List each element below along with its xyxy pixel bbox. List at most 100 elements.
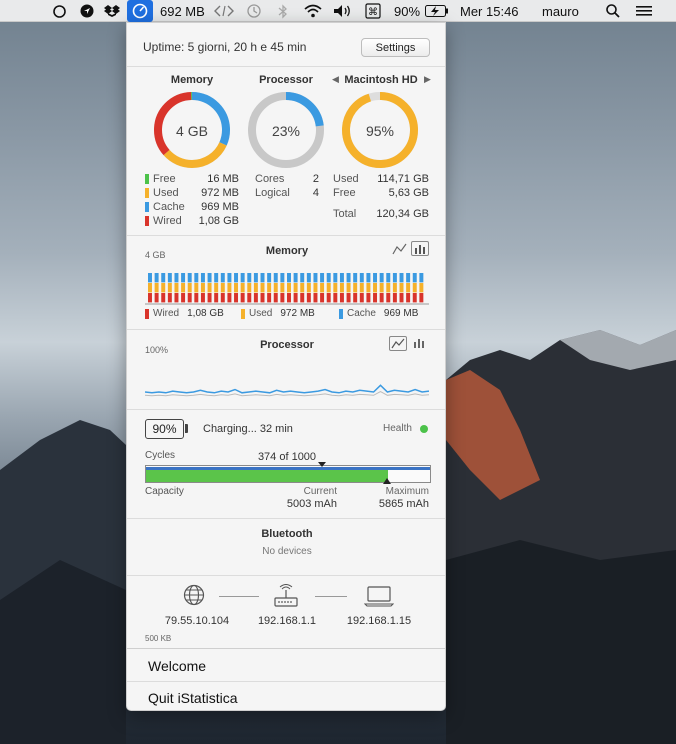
list-icon[interactable]: [634, 0, 654, 22]
legend-label: Cache: [347, 308, 376, 319]
memory-bar-cache: [379, 273, 384, 283]
memory-bar-used: [207, 283, 212, 293]
memory-bar-cache: [194, 273, 199, 283]
memory-bar-wired: [386, 293, 391, 303]
memory-bar-cache: [306, 273, 311, 283]
memory-bar-wired: [187, 293, 192, 303]
memory-bar-cache: [267, 273, 272, 283]
legend-color-swatch: [145, 308, 149, 319]
circle-icon[interactable]: [50, 0, 68, 22]
maximum-capacity-value: 5865 mAh: [378, 498, 429, 510]
welcome-menu-item[interactable]: Welcome: [127, 650, 445, 681]
memory-bar-cache: [287, 273, 291, 283]
memory-chart-ymax: 4 GB: [145, 250, 166, 260]
wifi-icon[interactable]: [301, 0, 325, 22]
memory-bar-wired: [234, 293, 239, 303]
memory-bar-cache: [399, 273, 404, 283]
memory-bar-cache: [234, 273, 239, 283]
memory-bar-cache: [386, 273, 391, 283]
memory-bar-used: [293, 283, 298, 293]
memory-legend-value: 1,08 GB: [198, 215, 239, 227]
settings-button[interactable]: Settings: [361, 38, 430, 57]
memory-bar-cache: [326, 273, 331, 283]
memory-bar-used: [181, 283, 186, 293]
memory-bar-wired: [293, 293, 298, 303]
battery-charging-icon[interactable]: [424, 0, 450, 22]
memory-bar-wired: [214, 293, 219, 303]
bluetooth-title: Bluetooth: [261, 528, 313, 540]
disk-gauge-title[interactable]: Macintosh HD: [339, 74, 423, 86]
capacity-marker: [383, 478, 392, 484]
search-icon[interactable]: [604, 0, 622, 22]
memory-bar-used: [353, 283, 358, 293]
memory-bar-used: [220, 283, 225, 293]
code-arrows-icon[interactable]: [212, 0, 236, 22]
legend-color-swatch: [145, 216, 149, 226]
disk-gauge-center: 95%: [365, 123, 395, 139]
divider: [127, 329, 445, 330]
current-capacity-label: Current: [303, 486, 337, 497]
memory-bar-cache: [187, 273, 192, 283]
bar-chart-toggle-icon[interactable]: [411, 241, 429, 256]
memory-bar-wired: [313, 293, 318, 303]
maximum-capacity-label: Maximum: [385, 486, 429, 497]
volume-icon[interactable]: [331, 0, 355, 22]
cpu-cores-value: 2: [312, 173, 319, 185]
memory-bar-wired: [339, 293, 344, 303]
date-time-text[interactable]: Mer 15:46: [460, 0, 519, 22]
legend-value: 972 MB: [280, 308, 315, 319]
memory-bar-cache: [240, 273, 245, 283]
location-icon[interactable]: [78, 0, 96, 22]
memory-bar-used: [227, 283, 232, 293]
quit-menu-item[interactable]: Quit iStatistica: [127, 682, 445, 710]
memory-bar-used: [273, 283, 278, 293]
memory-bar-used: [234, 283, 239, 293]
disk-prev-arrow[interactable]: ◀: [332, 74, 339, 85]
memory-bar-wired: [346, 293, 351, 303]
battery-health-indicator: [420, 425, 428, 433]
memory-bar-used: [379, 283, 384, 293]
memory-bar-used: [240, 283, 245, 293]
memory-bar-used: [267, 283, 272, 293]
memory-bar-wired: [366, 293, 371, 303]
line-chart-toggle-icon[interactable]: [389, 336, 407, 351]
bluetooth-icon[interactable]: [274, 0, 292, 22]
battery-status: Charging... 32 min: [203, 423, 293, 435]
user-name-text[interactable]: mauro: [542, 0, 579, 22]
memory-bar-wired: [247, 293, 252, 303]
memory-bar-cache: [154, 273, 159, 283]
memory-usage-text[interactable]: 692 MB: [160, 0, 205, 22]
line-chart-toggle-icon[interactable]: [392, 242, 408, 256]
cpu-logical-value: 4: [312, 187, 319, 199]
laptop-icon: [363, 585, 395, 607]
command-icon[interactable]: ⌘: [363, 0, 383, 22]
istatistica-icon[interactable]: [127, 0, 153, 22]
disk-total-label: Total: [333, 208, 357, 220]
cycles-label: Cycles: [145, 450, 176, 461]
memory-bar-wired: [154, 293, 159, 303]
memory-bar-cache: [200, 273, 205, 283]
memory-bar-cache: [353, 273, 358, 283]
divider: [127, 66, 445, 67]
globe-icon: [183, 584, 205, 606]
memory-bar-used: [326, 283, 331, 293]
time-machine-icon[interactable]: [243, 0, 265, 22]
memory-bar-cache: [339, 273, 344, 283]
memory-bar-used: [412, 283, 417, 293]
memory-bar-chart: [145, 273, 429, 305]
battery-percent-text[interactable]: 90%: [394, 0, 420, 22]
battery-health-label: Health: [383, 423, 412, 434]
memory-legend-label: Free: [145, 173, 176, 185]
memory-bar-wired: [373, 293, 378, 303]
memory-bar-used: [359, 283, 364, 293]
memory-bar-cache: [247, 273, 252, 283]
memory-bar-wired: [320, 293, 325, 303]
memory-bar-wired: [227, 293, 232, 303]
battery-percent-box: 90%: [145, 419, 184, 439]
memory-bar-cache: [161, 273, 166, 283]
dropbox-icon[interactable]: [103, 0, 121, 22]
memory-bar-used: [260, 283, 265, 293]
memory-bar-cache: [366, 273, 371, 283]
bar-chart-toggle-icon[interactable]: [411, 336, 427, 350]
disk-next-arrow[interactable]: ▶: [424, 74, 431, 85]
